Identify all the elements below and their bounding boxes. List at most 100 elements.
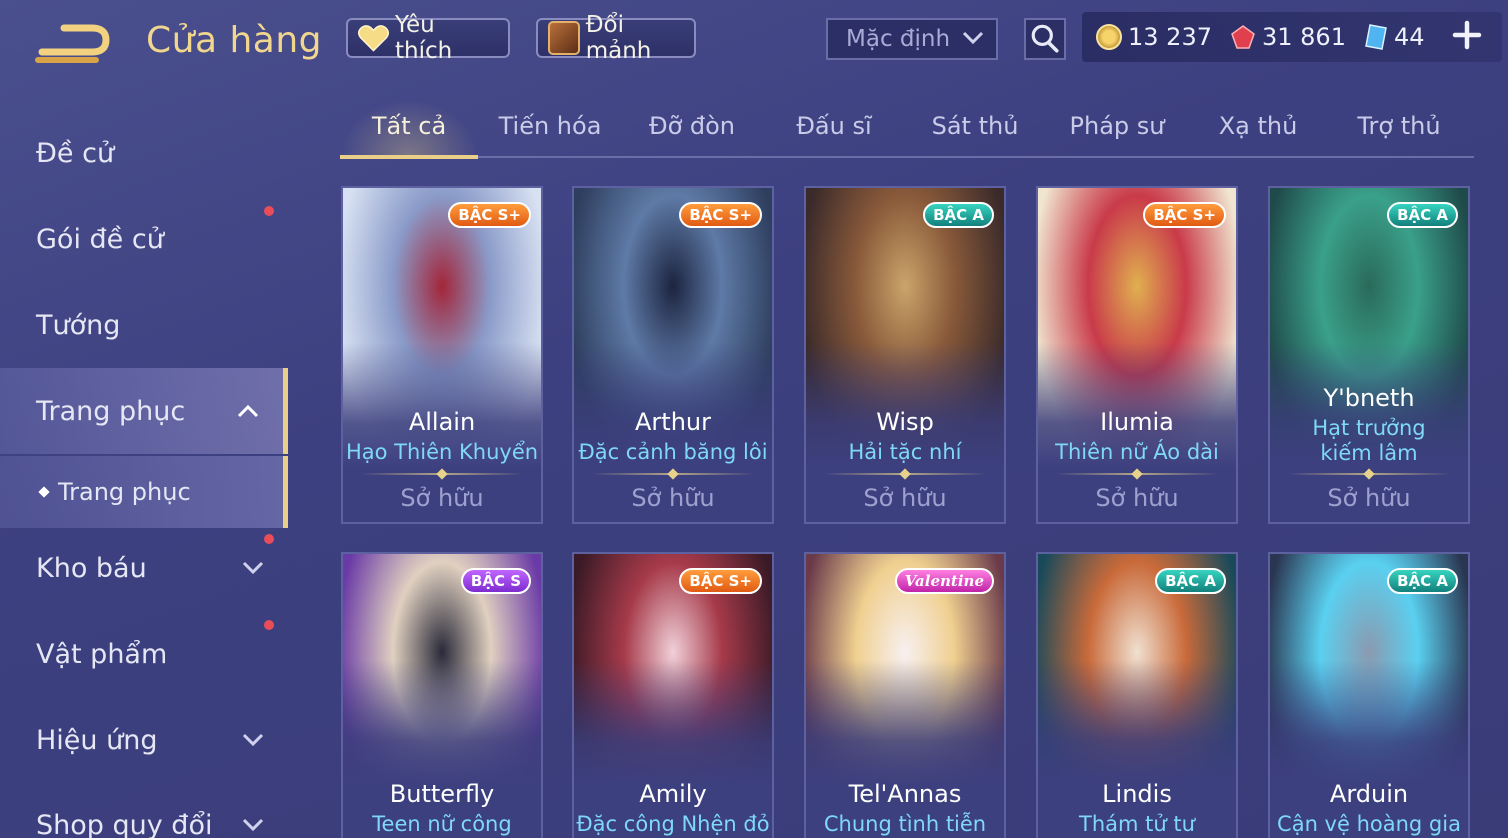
sidebar-item-effects[interactable]: Hiệu ứng (0, 697, 288, 783)
hero-name: Arduin (1329, 780, 1409, 808)
skin-name: Đặc công Nhện đỏ (576, 812, 770, 836)
chevron-down-icon (962, 31, 984, 45)
ownership-status: Sở hữu (1095, 484, 1179, 512)
hero-name: Wisp (876, 408, 934, 436)
chevron-down-icon (242, 818, 264, 832)
favorite-label: Yêu thích (395, 12, 453, 64)
tab-marksman[interactable]: Xạ thủ (1219, 112, 1298, 140)
ownership-status: Sở hữu (863, 484, 947, 512)
tab-all[interactable]: Tất cả (372, 112, 446, 140)
hero-name: Lindis (1102, 780, 1172, 808)
voucher-amount: 44 (1393, 23, 1425, 51)
ruby-gem-icon (1231, 25, 1255, 49)
skin-card[interactable]: BẬC A Arduin Cận vệ hoàng gia (1268, 552, 1470, 838)
favorite-button[interactable]: Yêu thích (346, 12, 510, 64)
chevron-down-icon (242, 561, 264, 575)
sidebar-item-skins[interactable]: Trang phục (0, 368, 288, 454)
sidebar: Đề cử Gói đề cử Tướng Trang phục Trang p… (0, 100, 290, 838)
skin-card[interactable]: BẬC S Butterfly Teen nữ công nghệ (341, 552, 543, 838)
skin-name: Thám tử tư (1079, 812, 1195, 836)
ruby-currency: 31 861 (1230, 23, 1346, 51)
gold-currency: 13 237 (1096, 23, 1212, 51)
ownership-status: Sở hữu (631, 484, 715, 512)
plus-icon[interactable] (1452, 20, 1482, 50)
ownership-status: Sở hữu (400, 484, 484, 512)
tab-tank[interactable]: Đỡ đòn (649, 112, 735, 140)
skin-card[interactable]: Valentine Tel'Annas Chung tình tiễn (804, 552, 1006, 838)
skin-name: Hải tặc nhí (848, 440, 962, 464)
sidebar-item-exchange-shop[interactable]: Shop quy đổi (0, 782, 288, 838)
sidebar-item-label: Shop quy đổi (36, 809, 213, 838)
sidebar-item-recommended[interactable]: Đề cử (0, 110, 288, 196)
sidebar-item-treasure[interactable]: Kho báu (0, 525, 288, 611)
skin-name: Hạo Thiên Khuyển (345, 440, 539, 464)
ruby-amount: 31 861 (1261, 23, 1346, 51)
notification-dot (264, 534, 274, 544)
skin-name: Đặc cảnh băng lôi (578, 440, 768, 464)
sidebar-item-label: Trang phục (58, 478, 191, 506)
skin-card[interactable]: BẬC A Wisp Hải tặc nhí Sở hữu (804, 186, 1006, 524)
ownership-status: Sở hữu (1327, 484, 1411, 512)
voucher-currency: 44 (1364, 23, 1425, 51)
search-button[interactable] (1024, 18, 1066, 60)
tier-badge: BẬC A (923, 202, 994, 228)
shard-exchange-button[interactable]: Đổi mảnh (536, 12, 696, 64)
skin-name: Thiên nữ Áo dài (1055, 440, 1219, 464)
skin-card[interactable]: BẬC S+ Allain Hạo Thiên Khuyển Sở hữu (341, 186, 543, 524)
skin-name: Chung tình tiễn (823, 812, 987, 836)
active-tab-underline (340, 155, 478, 159)
tier-badge: BẬC S (460, 568, 531, 594)
tier-badge: BẬC S+ (679, 568, 762, 594)
sidebar-item-items[interactable]: Vật phẩm (0, 611, 288, 697)
skin-card[interactable]: BẬC A Lindis Thám tử tư (1036, 552, 1238, 838)
skin-name: Teen nữ công nghệ (372, 812, 512, 838)
sort-dropdown[interactable]: Mặc định (826, 18, 998, 60)
category-tabs: Tất cả Tiến hóa Đỡ đòn Đấu sĩ Sát thủ Ph… (340, 100, 1474, 159)
skin-card[interactable]: BẬC S+ Arthur Đặc cảnh băng lôi Sở hữu (572, 186, 774, 524)
hero-name: Amily (639, 780, 707, 808)
hero-name: Butterfly (389, 780, 495, 808)
gold-coin-icon (1096, 24, 1122, 50)
notification-dot (264, 620, 274, 630)
skin-card[interactable]: BẬC S+ Amily Đặc công Nhện đỏ (572, 552, 774, 838)
back-arrow-icon[interactable] (34, 22, 114, 66)
skin-name: Hạt trưởng kiếm lâm (1312, 416, 1426, 465)
hero-name: Ilumia (1100, 408, 1174, 436)
tab-assassin[interactable]: Sát thủ (932, 112, 1019, 140)
tab-evolution[interactable]: Tiến hóa (499, 112, 602, 140)
shard-exchange-label: Đổi mảnh (585, 12, 652, 64)
sidebar-item-label: Hiệu ứng (36, 724, 158, 756)
voucher-icon (1365, 24, 1387, 50)
tab-mage[interactable]: Pháp sư (1070, 112, 1165, 140)
hero-name: Tel'Annas (848, 780, 962, 808)
tier-badge: Valentine (894, 568, 994, 594)
tier-badge: BẬC A (1387, 202, 1458, 228)
sidebar-item-label: Vật phẩm (36, 638, 168, 670)
tier-badge: BẬC S+ (448, 202, 531, 228)
tier-badge: BẬC S+ (679, 202, 762, 228)
card-divider (361, 473, 523, 475)
skin-card[interactable]: BẬC A Y'bneth Hạt trưởng kiếm lâm Sở hữu (1268, 186, 1470, 524)
sidebar-subitem-skins[interactable]: Trang phục (0, 456, 288, 528)
tab-support[interactable]: Trợ thủ (1357, 112, 1440, 140)
chevron-up-icon (237, 404, 259, 418)
chest-icon (548, 21, 580, 55)
sidebar-item-label: Tướng (36, 309, 121, 341)
card-divider (1288, 473, 1450, 475)
sort-selected-value: Mặc định (846, 26, 951, 52)
top-bar: Cửa hàng Yêu thích Đổi mảnh Mặc định 13 … (0, 0, 1508, 86)
skin-card[interactable]: BẬC S+ Ilumia Thiên nữ Áo dài Sở hữu (1036, 186, 1238, 524)
tier-badge: BẬC A (1387, 568, 1458, 594)
sidebar-item-heroes[interactable]: Tướng (0, 282, 288, 368)
tab-fighter[interactable]: Đấu sĩ (796, 112, 871, 140)
heart-icon (358, 25, 389, 52)
gold-amount: 13 237 (1128, 23, 1212, 51)
hero-name: Arthur (635, 408, 711, 436)
currency-bar: 13 237 31 861 44 (1082, 12, 1502, 62)
card-divider (1056, 473, 1218, 475)
bullet-icon (38, 486, 50, 498)
chevron-down-icon (242, 733, 264, 747)
tier-badge: BẬC A (1155, 568, 1226, 594)
sidebar-item-recommended-bundles[interactable]: Gói đề cử (0, 196, 288, 282)
tier-badge: BẬC S+ (1143, 202, 1226, 228)
